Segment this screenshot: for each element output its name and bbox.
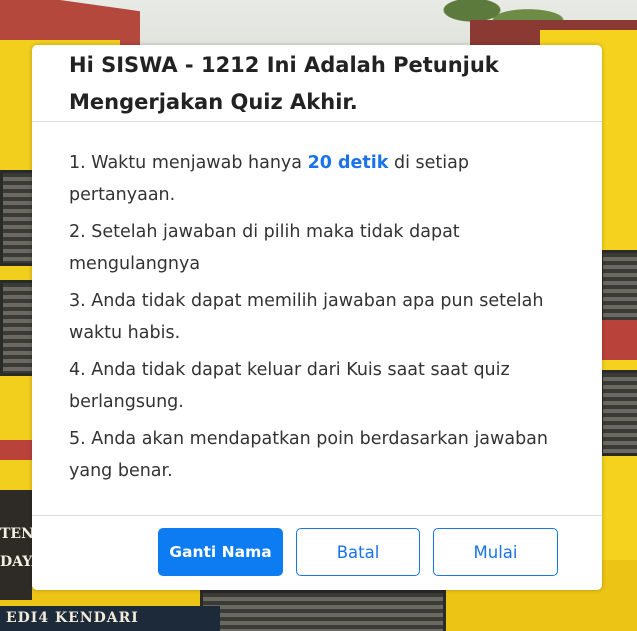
modal-body: 1. Waktu menjawab hanya 20 detik di seti… xyxy=(69,147,579,492)
building-trim xyxy=(600,320,637,360)
building-window xyxy=(600,370,637,456)
rule-item-5: 5. Anda akan mendapatkan poin berdasarka… xyxy=(69,429,548,481)
modal-title: Hi SISWA - 1212 Ini Adalah Petunjuk Meng… xyxy=(69,53,499,114)
rule-text: 1. Waktu menjawab hanya xyxy=(69,153,308,173)
building-window xyxy=(200,590,446,631)
rule-item-4: 4. Anda tidak dapat keluar dari Kuis saa… xyxy=(69,360,510,412)
building-window xyxy=(0,280,36,376)
rule-item-2: 2. Setelah jawaban di pilih maka tidak d… xyxy=(69,222,460,274)
rule-item-1: 1. Waktu menjawab hanya 20 detik di seti… xyxy=(69,147,579,211)
start-quiz-button[interactable]: Mulai xyxy=(433,528,558,576)
modal-footer: Ganti Nama Batal Mulai xyxy=(32,515,602,591)
rule-item-3: 3. Anda tidak dapat memilih jawaban apa … xyxy=(69,291,544,343)
cancel-button[interactable]: Batal xyxy=(296,528,420,576)
bottom-sign-text: EDI4 KENDARI xyxy=(6,610,139,626)
building-window xyxy=(0,170,36,266)
quiz-instructions-modal: Hi SISWA - 1212 Ini Adalah Petunjuk Meng… xyxy=(32,45,602,590)
time-limit-highlight: 20 detik xyxy=(307,153,389,173)
change-name-button[interactable]: Ganti Nama xyxy=(158,528,283,576)
modal-header: Hi SISWA - 1212 Ini Adalah Petunjuk Meng… xyxy=(32,45,602,122)
